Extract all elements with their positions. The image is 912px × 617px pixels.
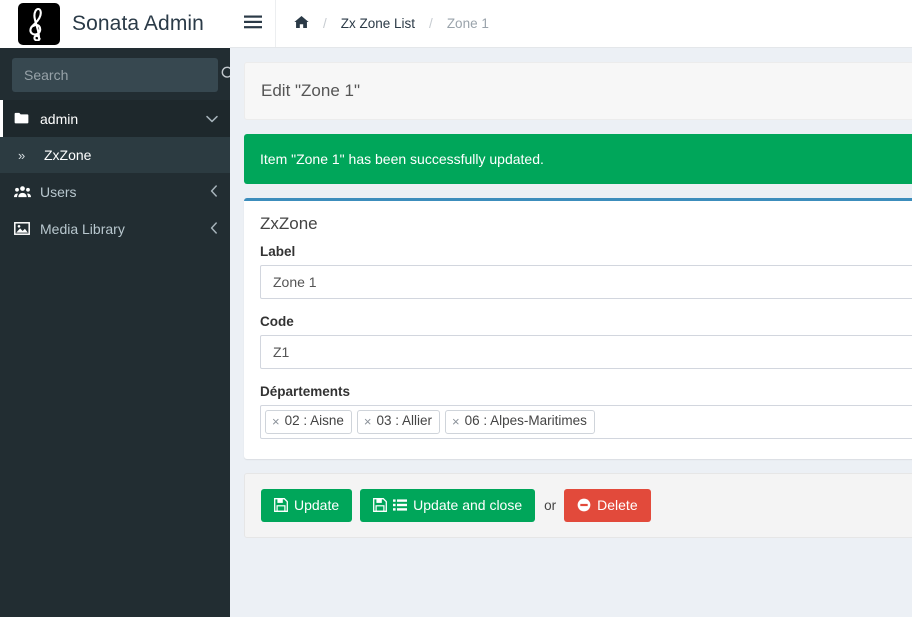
chevron-left-icon: [210, 184, 218, 199]
minus-circle-icon: [577, 498, 591, 512]
departement-tag-label: 06 : Alpes-Maritimes: [464, 413, 587, 429]
remove-tag-icon[interactable]: ×: [364, 415, 372, 428]
delete-button[interactable]: Delete: [564, 489, 651, 522]
update-and-close-button[interactable]: Update and close: [360, 489, 536, 522]
label-field-label: Label: [260, 244, 296, 259]
form-group-label: Label: [260, 244, 912, 299]
code-field-input[interactable]: [260, 335, 912, 369]
form-box-title: ZxZone: [260, 214, 318, 233]
sidebar-submenu-admin: » ZxZone: [0, 137, 230, 173]
remove-tag-icon[interactable]: ×: [272, 415, 280, 428]
chevron-down-icon: [206, 113, 218, 125]
sidebar-item-admin-wrap: admin » ZxZone: [0, 100, 230, 173]
users-icon: [14, 185, 36, 198]
departement-tag[interactable]: × 03 : Allier: [356, 410, 441, 434]
departement-tag-label: 03 : Allier: [376, 413, 433, 429]
label-field-input[interactable]: [260, 265, 912, 299]
success-alert: Item "Zone 1" has been successfully upda…: [244, 134, 912, 184]
form-actions-bar: Update Update and close or Delete: [244, 473, 912, 538]
page-header: Edit "Zone 1": [244, 62, 912, 120]
sidebar: admin » ZxZone: [0, 48, 230, 617]
sidebar-item-admin[interactable]: admin: [0, 100, 230, 137]
sidebar-search-box[interactable]: [12, 58, 230, 92]
departement-tag[interactable]: × 02 : Aisne: [265, 410, 352, 434]
save-icon: [274, 498, 288, 513]
page-title: Edit "Zone 1": [261, 81, 361, 100]
save-icon: [373, 498, 388, 513]
code-field-label: Code: [260, 314, 294, 329]
form-group-departements: Départements × 02 : Aisne × 03 : Allier: [260, 384, 912, 439]
list-icon: [393, 499, 408, 511]
search-icon: [221, 66, 230, 84]
sidebar-item-zxzone[interactable]: » ZxZone: [0, 137, 230, 173]
sidebar-item-media-library-label: Media Library: [40, 220, 125, 237]
breadcrumb: / Zx Zone List / Zone 1: [276, 0, 489, 47]
sidebar-toggle-button[interactable]: [230, 0, 276, 47]
sidebar-item-media-library[interactable]: Media Library: [0, 210, 230, 247]
alert-message: Item "Zone 1" has been successfully upda…: [260, 151, 544, 167]
breadcrumb-separator-1: /: [323, 16, 327, 31]
breadcrumb-separator-2: /: [429, 16, 433, 31]
sidebar-item-users[interactable]: Users: [0, 173, 230, 210]
form-box-body: Label Code Départements × 02 : Aisne: [244, 244, 912, 459]
breadcrumb-item-zx-zone-list[interactable]: Zx Zone List: [341, 16, 415, 31]
update-and-close-button-label: Update and close: [413, 497, 523, 513]
remove-tag-icon[interactable]: ×: [452, 415, 460, 428]
app-root: Sonata Admin / Zx Zone List / Zone 1 Sea…: [0, 0, 912, 617]
breadcrumb-home-link[interactable]: [294, 15, 309, 32]
content-area: Edit "Zone 1" Item "Zone 1" has been suc…: [230, 48, 912, 617]
sidebar-item-zxzone-label: ZxZone: [44, 147, 92, 163]
departements-multiselect[interactable]: × 02 : Aisne × 03 : Allier × 06 : Alpes-…: [260, 405, 912, 439]
update-button[interactable]: Update: [261, 489, 353, 522]
update-button-label: Update: [294, 497, 340, 513]
image-icon: [14, 222, 36, 235]
breadcrumb-item-current: Zone 1: [446, 16, 489, 31]
delete-button-label: Delete: [597, 497, 638, 513]
home-icon: [294, 15, 309, 32]
double-chevron-right-icon: »: [18, 147, 26, 163]
chevron-left-icon: [210, 221, 218, 236]
departement-tag[interactable]: × 06 : Alpes-Maritimes: [445, 410, 595, 434]
sidebar-item-users-label: Users: [40, 183, 77, 200]
form-box-header: ZxZone: [244, 201, 912, 244]
sidebar-menu: admin » ZxZone Users Media Library: [0, 100, 230, 247]
sidebar-search-wrap: [0, 48, 230, 100]
or-separator-label: or: [544, 497, 557, 513]
content-inner: Edit "Zone 1" Item "Zone 1" has been suc…: [244, 62, 912, 538]
search-button[interactable]: [215, 58, 230, 92]
form-box: ZxZone Label Code Départements: [244, 198, 912, 459]
sidebar-item-admin-label: admin: [40, 110, 79, 127]
search-input[interactable]: [12, 58, 215, 92]
treble-clef-icon: [18, 3, 60, 45]
brand-logo-bar[interactable]: Sonata Admin: [0, 0, 230, 48]
sidebar-item-users-wrap: Users: [0, 173, 230, 210]
form-group-code: Code: [260, 314, 912, 369]
sidebar-item-media-library-wrap: Media Library: [0, 210, 230, 247]
hamburger-icon: [243, 15, 262, 32]
departements-field-label: Départements: [260, 384, 351, 399]
brand-name: Sonata Admin: [72, 12, 204, 35]
folder-icon: [14, 112, 36, 125]
departement-tag-label: 02 : Aisne: [284, 413, 344, 429]
top-navbar: / Zx Zone List / Zone 1: [230, 0, 912, 48]
